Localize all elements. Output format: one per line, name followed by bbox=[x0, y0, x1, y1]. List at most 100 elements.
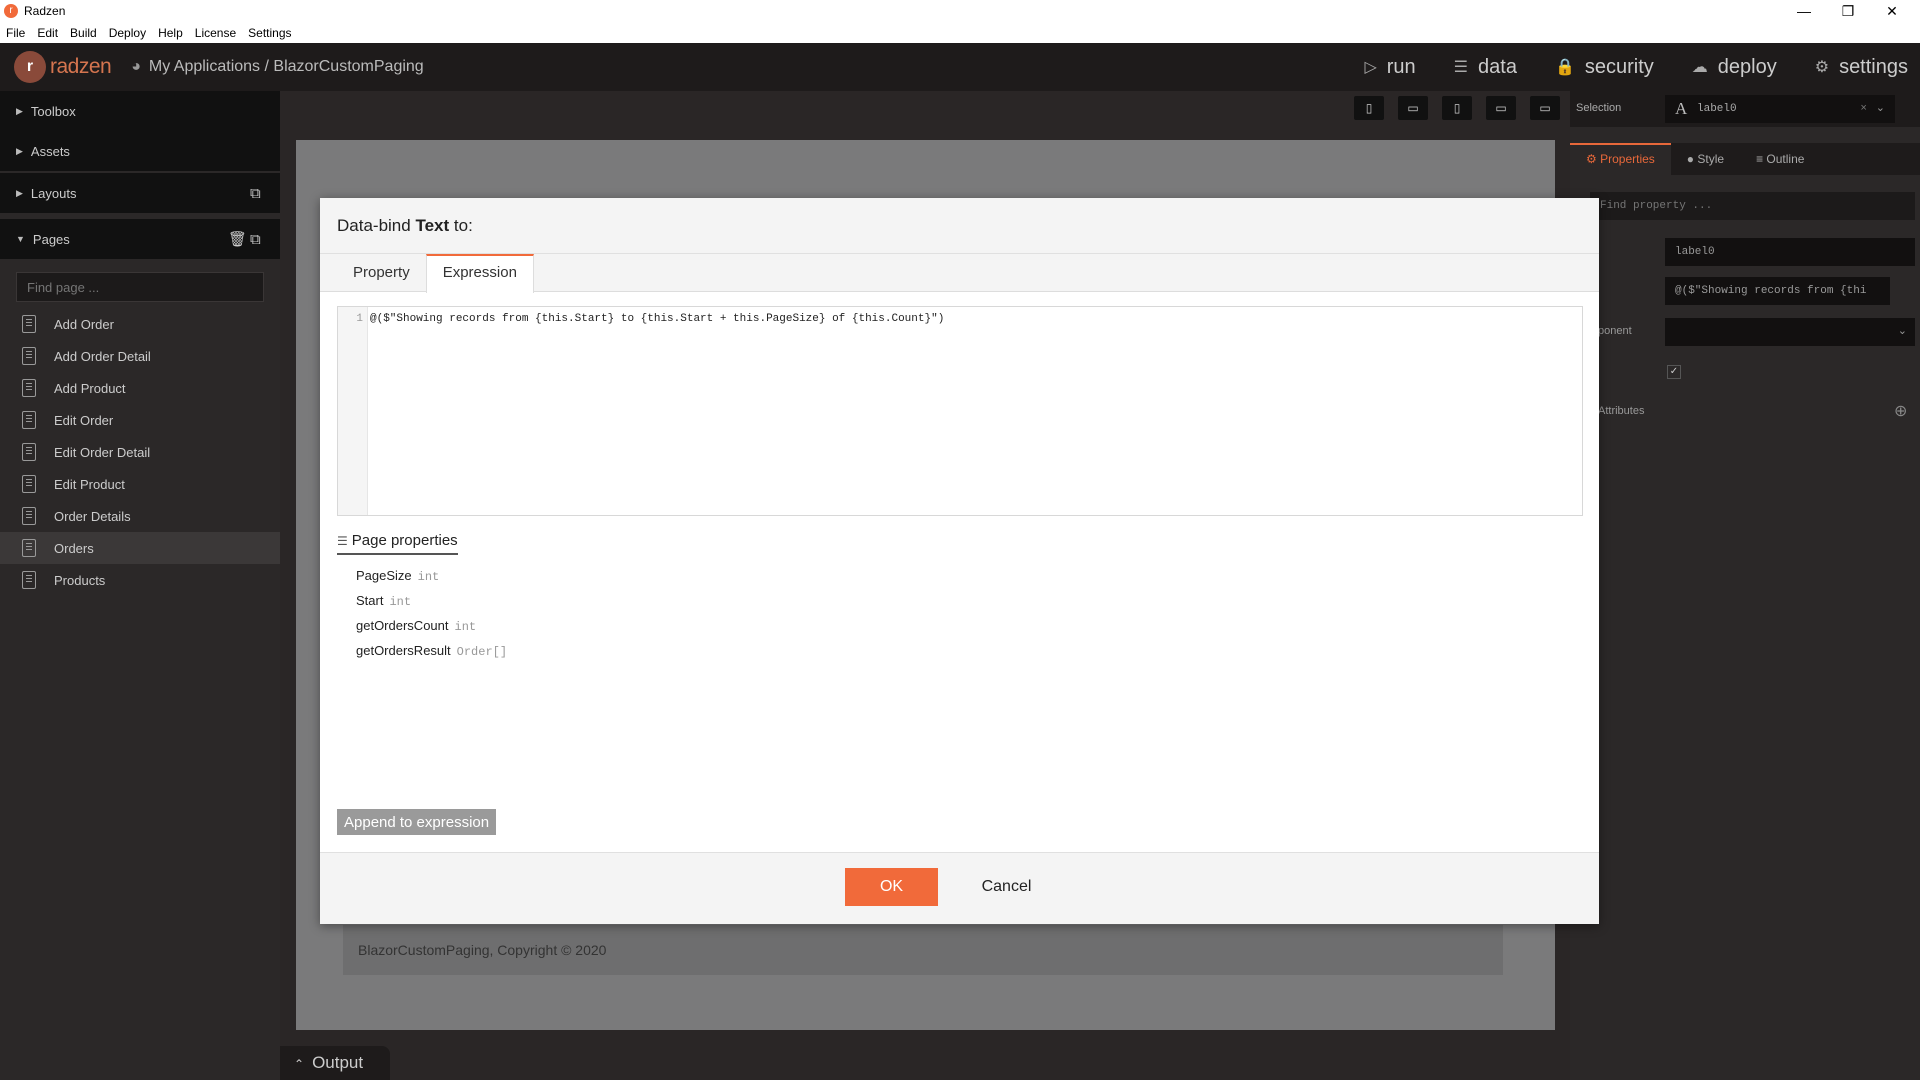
page-properties-tab[interactable]: ☰ Page properties bbox=[337, 532, 458, 555]
caret-down-icon: ▼ bbox=[16, 234, 25, 244]
page-icon bbox=[22, 315, 36, 333]
properties-panel: Selection A label0 × ⌄ ⚙ Properties ● St… bbox=[1570, 91, 1920, 1080]
tablet-portrait-icon[interactable]: ▯ bbox=[1442, 96, 1472, 120]
add-page-icon[interactable]: ⧉ bbox=[250, 231, 261, 248]
menu-build[interactable]: Build bbox=[70, 26, 97, 40]
page-item[interactable]: Products bbox=[0, 564, 280, 596]
nav-settings[interactable]: ⚙ settings bbox=[1815, 56, 1908, 79]
minimize-icon[interactable]: — bbox=[1782, 0, 1826, 22]
tablet-landscape-icon[interactable]: ▭ bbox=[1486, 96, 1516, 120]
property-item[interactable]: getOrdersResult Order[] bbox=[356, 643, 507, 659]
chevron-down-icon[interactable]: ⌄ bbox=[1876, 95, 1885, 123]
page-item[interactable]: Order Details bbox=[0, 500, 280, 532]
ok-button[interactable]: OK bbox=[845, 868, 938, 906]
menu-file[interactable]: File bbox=[6, 26, 25, 40]
nav-data[interactable]: ☰ data bbox=[1454, 56, 1517, 79]
close-icon[interactable]: ✕ bbox=[1870, 0, 1914, 22]
tab-property[interactable]: Property bbox=[337, 254, 426, 291]
page-item[interactable]: Edit Order Detail bbox=[0, 436, 280, 468]
expression-code[interactable]: @($"Showing records from {this.Start} to… bbox=[370, 313, 944, 325]
menu-bar: File Edit Build Deploy Help License Sett… bbox=[0, 22, 1920, 43]
find-property-input[interactable] bbox=[1590, 192, 1915, 220]
clear-icon[interactable]: × bbox=[1860, 95, 1867, 123]
page-item[interactable]: Add Product bbox=[0, 372, 280, 404]
title-bar: r Radzen bbox=[0, 0, 1920, 22]
menu-deploy[interactable]: Deploy bbox=[109, 26, 146, 40]
app-header: r radzen ◕ My Applications / BlazorCusto… bbox=[0, 43, 1920, 91]
layers-icon: ☰ bbox=[1453, 59, 1469, 76]
dialog-tabs: Property Expression bbox=[320, 254, 1599, 293]
logo-mark-icon: r bbox=[14, 51, 46, 83]
data-bind-dialog: Data-bind Text to: Property Expression 1… bbox=[320, 198, 1599, 924]
menu-license[interactable]: License bbox=[195, 26, 236, 40]
page-icon bbox=[22, 347, 36, 365]
expression-editor[interactable]: 1 @($"Showing records from {this.Start} … bbox=[337, 306, 1583, 516]
selection-dropdown[interactable]: A label0 × ⌄ bbox=[1665, 95, 1895, 123]
find-page-input[interactable] bbox=[16, 272, 264, 302]
page-footer[interactable]: BlazorCustomPaging, Copyright © 2020 bbox=[343, 925, 1503, 975]
line-number-gutter: 1 bbox=[338, 307, 368, 515]
device-toolbar: ▯ ▭ ▯ ▭ ▭ bbox=[1340, 96, 1560, 120]
play-icon: ▷ bbox=[1364, 59, 1377, 76]
nav-deploy[interactable]: ☁ deploy bbox=[1692, 56, 1777, 79]
phone-portrait-icon[interactable]: ▯ bbox=[1354, 96, 1384, 120]
page-item-active[interactable]: Orders bbox=[0, 532, 280, 564]
dialog-title: Data-bind Text to: bbox=[320, 198, 1599, 254]
page-item[interactable]: Edit Order bbox=[0, 404, 280, 436]
add-attribute-icon[interactable]: ⊕ bbox=[1894, 401, 1907, 421]
tab-expression[interactable]: Expression bbox=[425, 254, 534, 293]
gear-icon: ⚙ bbox=[1586, 152, 1601, 166]
layers-icon: ☰ bbox=[337, 534, 348, 548]
breadcrumb[interactable]: ◕ My Applications / BlazorCustomPaging bbox=[131, 58, 423, 76]
maximize-icon[interactable]: ❐ bbox=[1826, 0, 1870, 22]
page-icon bbox=[22, 443, 36, 461]
append-to-expression-button[interactable]: Append to expression bbox=[337, 809, 497, 835]
cloud-upload-icon: ☁ bbox=[1691, 59, 1708, 76]
visible-checkbox[interactable]: ✓ bbox=[1667, 365, 1681, 379]
window-title: Radzen bbox=[24, 4, 66, 18]
desktop-icon[interactable]: ▭ bbox=[1530, 96, 1560, 120]
add-layout-icon[interactable]: ⧉ bbox=[250, 185, 261, 202]
property-item[interactable]: getOrdersCount int bbox=[356, 618, 476, 634]
gear-icon: ⚙ bbox=[1814, 59, 1830, 76]
cancel-button[interactable]: Cancel bbox=[960, 868, 1053, 906]
caret-right-icon: ▶ bbox=[16, 145, 23, 156]
tab-outline[interactable]: ≡ Outline bbox=[1740, 143, 1820, 175]
radzen-logo[interactable]: r radzen bbox=[14, 51, 112, 83]
page-icon bbox=[22, 507, 36, 525]
logo-text: radzen bbox=[50, 55, 112, 78]
menu-help[interactable]: Help bbox=[158, 26, 183, 40]
phone-landscape-icon[interactable]: ▭ bbox=[1398, 96, 1428, 120]
lock-icon: 🔒 bbox=[1554, 59, 1575, 76]
page-icon bbox=[22, 379, 36, 397]
page-item[interactable]: Add Order bbox=[0, 308, 280, 340]
menu-settings[interactable]: Settings bbox=[248, 26, 291, 40]
delete-page-icon[interactable]: 🗑 bbox=[228, 230, 247, 248]
page-icon bbox=[22, 571, 36, 589]
text-field[interactable]: @($"Showing records from {thi bbox=[1665, 277, 1890, 305]
page-item[interactable]: Edit Product bbox=[0, 468, 280, 500]
breadcrumb-text: My Applications / BlazorCustomPaging bbox=[148, 58, 424, 75]
tab-properties[interactable]: ⚙ Properties bbox=[1570, 143, 1671, 175]
component-label: ponent bbox=[1598, 325, 1632, 337]
component-dropdown[interactable]: ⌄ bbox=[1665, 318, 1915, 346]
outline-icon: ≡ bbox=[1756, 152, 1767, 166]
selection-row: Selection A label0 × ⌄ bbox=[1570, 91, 1920, 127]
chevron-down-icon: ⌄ bbox=[1897, 326, 1907, 338]
selection-label: Selection bbox=[1576, 102, 1622, 114]
property-item[interactable]: Start int bbox=[356, 593, 411, 609]
section-assets[interactable]: ▶ Assets bbox=[0, 131, 280, 171]
dashboard-icon: ◕ bbox=[131, 58, 141, 75]
nav-security[interactable]: 🔒 security bbox=[1555, 56, 1654, 79]
property-item[interactable]: PageSize int bbox=[356, 568, 439, 584]
output-panel-tab[interactable]: ⌃ Output bbox=[280, 1046, 390, 1080]
section-toolbox[interactable]: ▶ Toolbox bbox=[0, 91, 280, 131]
section-pages[interactable]: ▼ Pages 🗑 ⧉ bbox=[0, 219, 280, 259]
nav-run[interactable]: ▷ run bbox=[1364, 56, 1415, 79]
name-field[interactable]: label0 bbox=[1665, 238, 1915, 266]
section-layouts[interactable]: ▶ Layouts ⧉ bbox=[0, 173, 280, 213]
tab-style[interactable]: ● Style bbox=[1671, 143, 1740, 175]
attributes-label: Attributes bbox=[1598, 405, 1645, 417]
menu-edit[interactable]: Edit bbox=[37, 26, 58, 40]
page-item[interactable]: Add Order Detail bbox=[0, 340, 280, 372]
